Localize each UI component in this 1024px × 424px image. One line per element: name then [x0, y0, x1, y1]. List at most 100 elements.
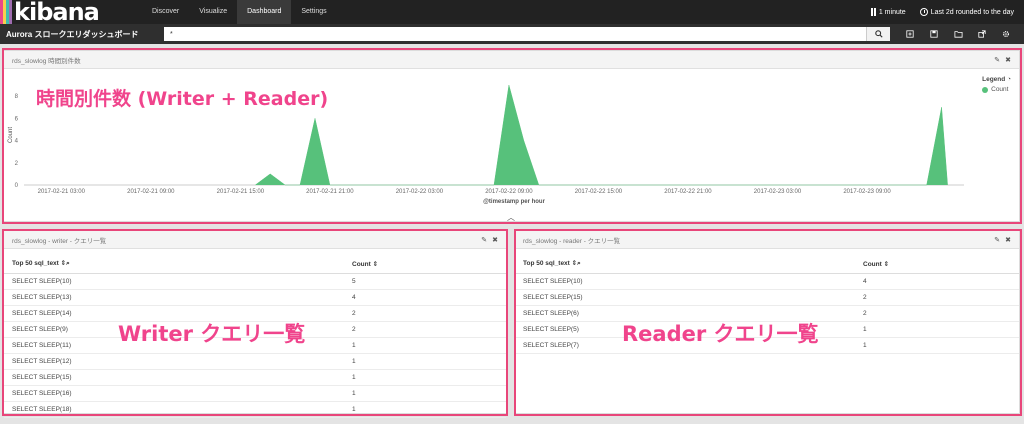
- x-tick-label: 2017-02-21 21:00: [306, 189, 354, 195]
- close-icon[interactable]: ✖: [1005, 236, 1011, 244]
- count-area-series: [255, 84, 948, 186]
- x-tick-label: 2017-02-23 03:00: [754, 189, 802, 195]
- column-header-sql-text[interactable]: Top 50 sql_text ⇕⌕: [4, 255, 344, 274]
- column-header-count[interactable]: Count ⇕: [855, 255, 1019, 274]
- nav-right: 1 minute Last 2d rounded to the day: [867, 8, 1024, 16]
- count-cell: 2: [855, 305, 1019, 322]
- count-cell: 1: [344, 353, 506, 370]
- chart-legend: Legend ◔ Count: [982, 76, 1011, 93]
- kibana-logo[interactable]: kibana: [0, 0, 134, 24]
- legend-toggle-icon: ◔: [1007, 76, 1011, 83]
- table-row[interactable]: SELECT SLEEP(15) 1: [4, 369, 506, 386]
- time-picker-button[interactable]: Last 2d rounded to the day: [916, 8, 1018, 16]
- table-row[interactable]: SELECT SLEEP(18) 1: [4, 401, 506, 418]
- sql-text-cell: SELECT SLEEP(10): [4, 273, 344, 290]
- time-range-label: Last 2d rounded to the day: [930, 8, 1014, 16]
- dashboard-title: Aurora スロークエリダッシュボード: [6, 29, 139, 39]
- x-axis-label: @timestamp per hour: [483, 199, 546, 205]
- share-dashboard-button[interactable]: [972, 27, 992, 41]
- refresh-interval-button[interactable]: 1 minute: [867, 8, 910, 16]
- y-tick-label: 4: [15, 139, 19, 145]
- x-tick-label: 2017-02-22 15:00: [575, 189, 623, 195]
- count-cell: 1: [344, 337, 506, 354]
- table-row[interactable]: SELECT SLEEP(10) 5: [4, 273, 506, 290]
- folder-icon: [954, 31, 962, 38]
- nav-settings[interactable]: Settings: [291, 0, 336, 24]
- chart-panel-title: rds_slowlog 時間別件数: [12, 57, 81, 65]
- count-cell: 2: [344, 321, 506, 338]
- search-icon: ⌕: [66, 260, 70, 268]
- new-document-icon: [906, 30, 914, 38]
- count-cell: 1: [344, 369, 506, 386]
- nav-dashboard[interactable]: Dashboard: [237, 0, 292, 24]
- legend-title[interactable]: Legend ◔: [982, 76, 1011, 83]
- sql-text-cell: SELECT SLEEP(15): [4, 369, 344, 386]
- table-row[interactable]: SELECT SLEEP(10) 4: [515, 273, 1019, 290]
- table-row[interactable]: SELECT SLEEP(16) 1: [4, 385, 506, 402]
- logo-bar: [9, 0, 12, 24]
- count-cell: 1: [855, 321, 1019, 338]
- table-row[interactable]: SELECT SLEEP(15) 2: [515, 289, 1019, 306]
- chevron-up-icon[interactable]: ︿: [507, 212, 515, 223]
- x-tick-label: 2017-02-22 21:00: [664, 189, 712, 195]
- count-cell: 1: [344, 385, 506, 402]
- pencil-icon[interactable]: ✎: [994, 236, 1000, 244]
- column-header-sql-text[interactable]: Top 50 sql_text ⇕⌕: [515, 255, 855, 274]
- sql-text-cell: SELECT SLEEP(13): [4, 289, 344, 306]
- logo-bars: [0, 0, 12, 24]
- close-icon[interactable]: ✖: [492, 236, 498, 244]
- writer-panel-title: rds_slowlog - writer - クエリ一覧: [12, 237, 107, 245]
- column-header-count[interactable]: Count ⇕: [344, 255, 506, 274]
- sql-text-cell: SELECT SLEEP(15): [515, 289, 855, 306]
- open-dashboard-button[interactable]: [948, 27, 968, 41]
- legend-dot: [982, 86, 989, 93]
- new-dashboard-button[interactable]: [900, 27, 920, 41]
- nav-visualize[interactable]: Visualize: [189, 0, 237, 24]
- count-cell: 1: [855, 337, 1019, 354]
- table-header-row: Top 50 sql_text ⇕⌕ Count ⇕: [515, 255, 1019, 274]
- table-row[interactable]: SELECT SLEEP(12) 1: [4, 353, 506, 370]
- count-cell: 2: [855, 289, 1019, 306]
- table-row[interactable]: SELECT SLEEP(13) 4: [4, 289, 506, 306]
- y-tick-label: 0: [15, 183, 19, 189]
- chart-panel-header: rds_slowlog 時間別件数 ✎ ✖: [4, 51, 1019, 69]
- gear-icon: [1002, 30, 1010, 38]
- x-tick-label: 2017-02-21 09:00: [127, 189, 175, 195]
- close-icon[interactable]: ✖: [1005, 56, 1011, 64]
- reader-annotation: Reader クエリ一覧: [622, 322, 819, 346]
- count-cell: 1: [344, 401, 506, 418]
- sql-text-cell: SELECT SLEEP(12): [4, 353, 344, 370]
- sort-icon: ⇕: [883, 260, 890, 268]
- reader-panel-title: rds_slowlog - reader - クエリ一覧: [523, 237, 621, 245]
- sql-text-cell: SELECT SLEEP(10): [515, 273, 855, 290]
- count-cell: 4: [855, 273, 1019, 290]
- search-input[interactable]: [164, 27, 866, 41]
- sql-text-cell: SELECT SLEEP(18): [4, 401, 344, 418]
- count-cell: 2: [344, 305, 506, 322]
- x-tick-label: 2017-02-22 03:00: [396, 189, 444, 195]
- writer-panel-header: rds_slowlog - writer - クエリ一覧 ✎ ✖: [4, 231, 506, 249]
- pause-icon: [870, 8, 876, 16]
- table-header-row: Top 50 sql_text ⇕⌕ Count ⇕: [4, 255, 506, 274]
- sql-text-cell: SELECT SLEEP(16): [4, 385, 344, 402]
- pencil-icon[interactable]: ✎: [481, 236, 487, 244]
- search-button[interactable]: [866, 27, 890, 41]
- search-wrap: [164, 27, 890, 41]
- clock-icon: [919, 8, 928, 16]
- legend-item-count[interactable]: Count: [982, 86, 1011, 93]
- nav-discover[interactable]: Discover: [142, 0, 189, 24]
- x-tick-label: 2017-02-21 03:00: [38, 189, 86, 195]
- logo-text: kibana: [14, 0, 100, 26]
- writer-annotation: Writer クエリ一覧: [118, 322, 306, 346]
- search-icon: ⌕: [577, 260, 581, 268]
- pencil-icon[interactable]: ✎: [994, 56, 1000, 64]
- save-dashboard-button[interactable]: [924, 27, 944, 41]
- query-bar: Aurora スロークエリダッシュボード: [0, 24, 1024, 44]
- save-icon: [930, 30, 938, 38]
- options-button[interactable]: [996, 27, 1016, 41]
- search-icon: [874, 30, 883, 38]
- dashboard-tools: [900, 27, 1016, 41]
- x-tick-label: 2017-02-22 09:00: [485, 189, 533, 195]
- count-cell: 4: [344, 289, 506, 306]
- refresh-interval-label: 1 minute: [878, 8, 906, 16]
